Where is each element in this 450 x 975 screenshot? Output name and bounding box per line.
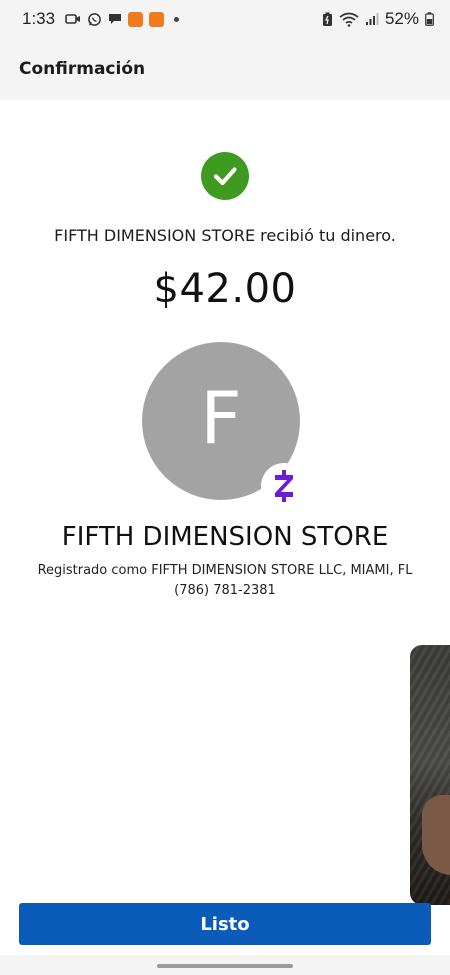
app-notification-icon [128,11,144,27]
video-icon [65,13,81,25]
whatsapp-icon [87,12,102,27]
zelle-logo-icon [261,463,307,509]
status-right: 52% [322,9,434,29]
status-bar: 1:33 52% [0,0,450,38]
navigation-bar [0,955,450,975]
home-gesture-handle[interactable] [157,964,293,968]
battery-percent: 52% [384,9,419,28]
registered-as-text: Registrado como FIFTH DIMENSION STORE LL… [37,563,413,578]
signal-icon [365,12,379,26]
status-left: 1:33 [22,9,180,29]
floating-video-window[interactable] [410,645,450,905]
chat-bubble-icon [108,12,122,26]
wifi-icon [339,12,359,27]
battery-icon [425,12,434,26]
recipient-name: FIFTH DIMENSION STORE [61,522,389,552]
status-time: 1:33 [22,9,56,28]
avatar-initial: F [200,376,242,460]
success-check-icon [201,152,249,200]
app-notification-icon [149,11,165,27]
recipient-phone: (786) 781-2381 [174,583,276,598]
battery-saver-icon [322,12,333,27]
app-header: Confirmación [0,38,450,100]
page-title: Confirmación [19,59,146,79]
confirmation-message: FIFTH DIMENSION STORE recibió tu dinero. [54,226,396,245]
more-notifications-dot [174,16,180,22]
done-button[interactable]: Listo [19,903,431,945]
payment-amount: $42.00 [153,266,297,312]
